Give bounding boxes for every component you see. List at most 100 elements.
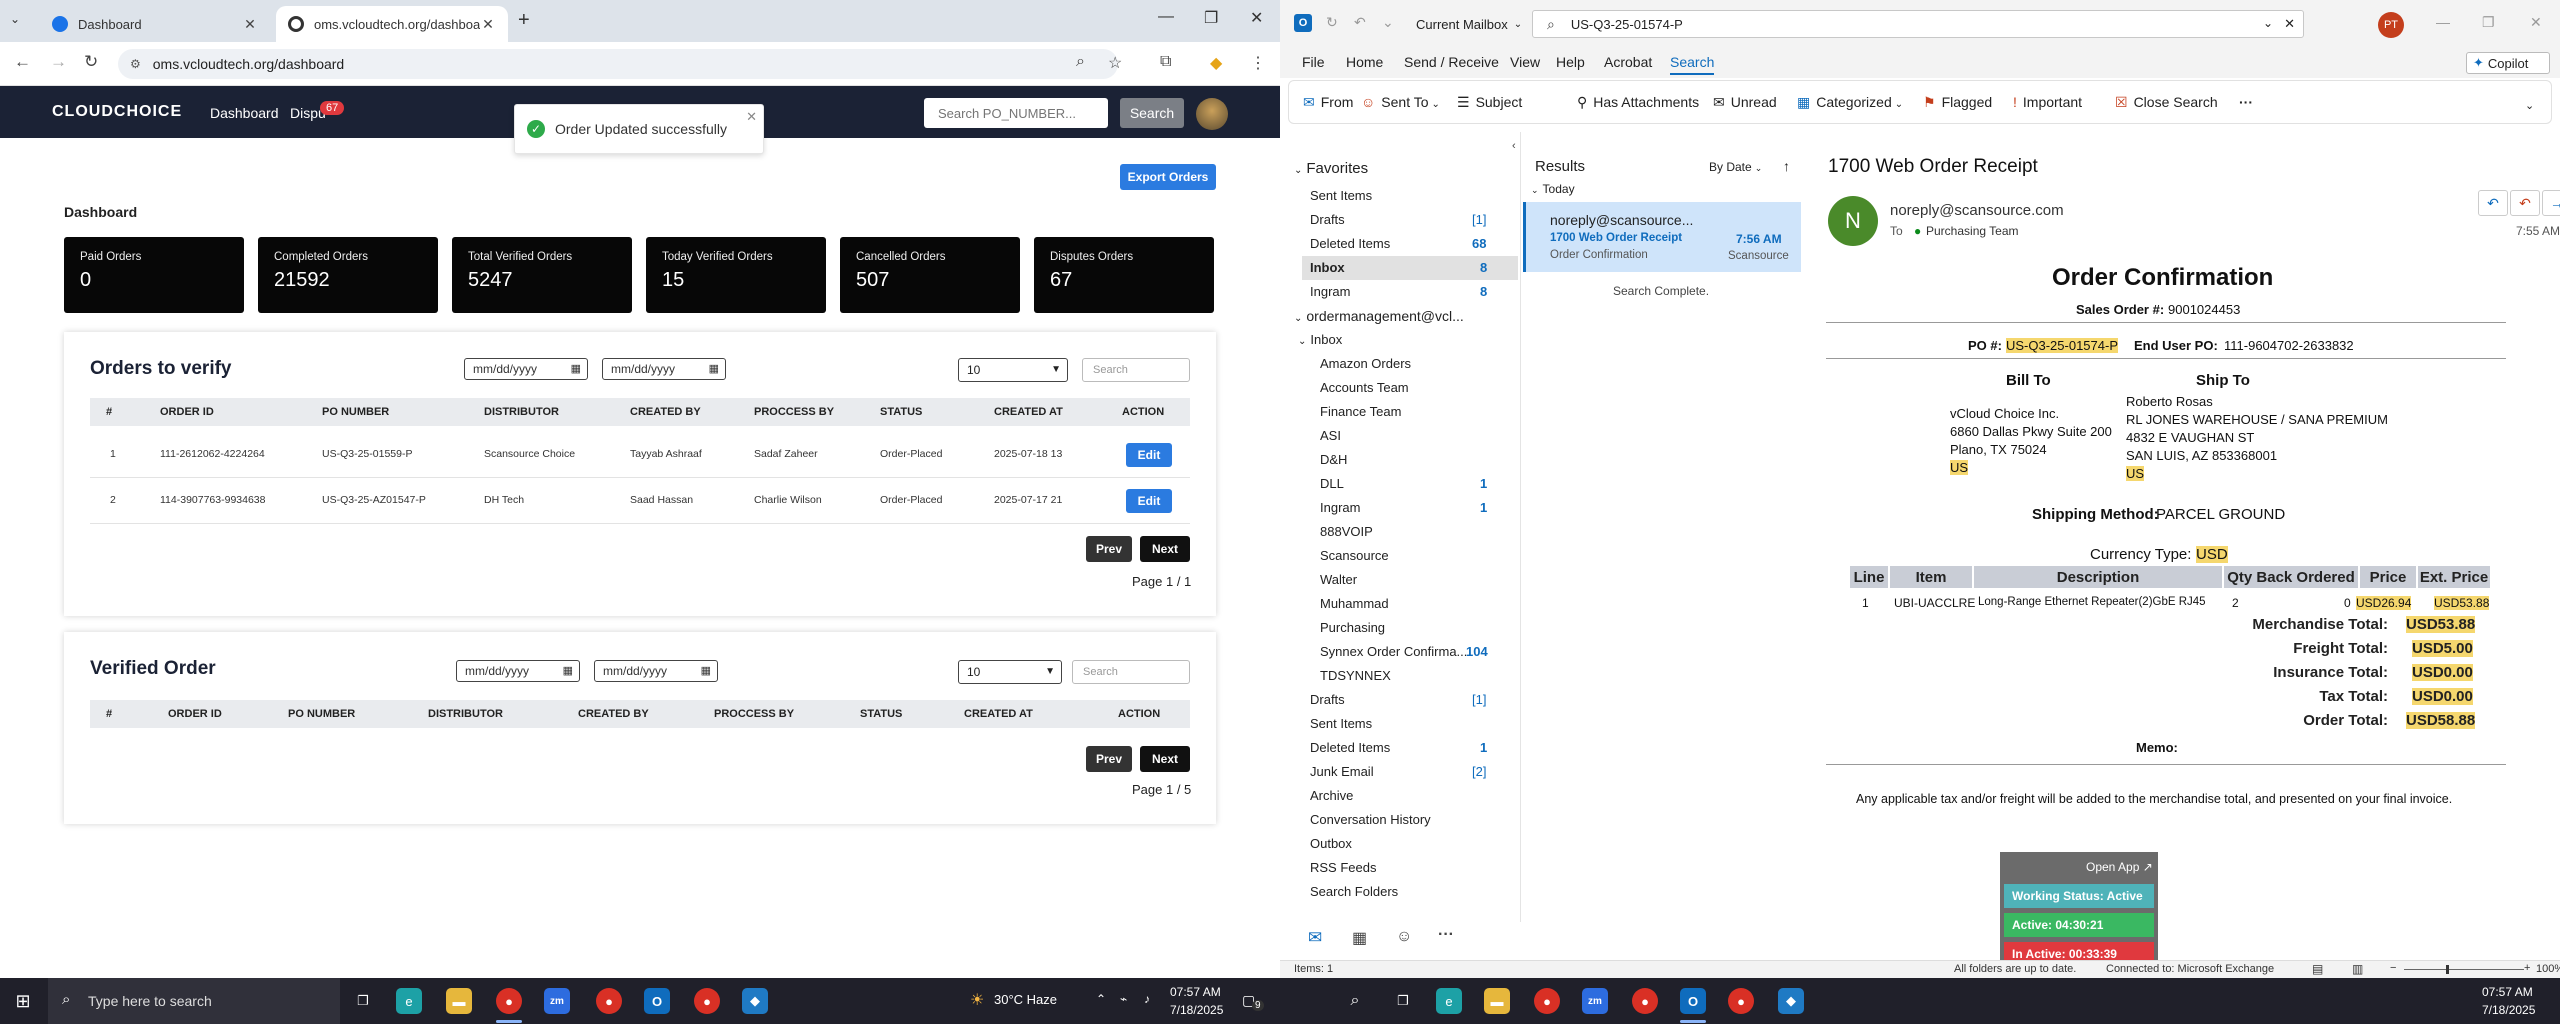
tab-search-chevron-icon[interactable]: ⌄	[10, 12, 20, 26]
favorites-header[interactable]: ⌄ Favorites	[1294, 160, 1368, 177]
zoom-slider-thumb[interactable]	[2446, 965, 2449, 974]
network-icon[interactable]: ⌁	[1120, 992, 1127, 1006]
menu-send-receive[interactable]: Send / Receive	[1404, 54, 1499, 70]
calendar-icon[interactable]: ▦	[701, 664, 711, 677]
folder-item[interactable]: Sent Items	[1310, 716, 1372, 731]
table-search-input[interactable]: Search	[1072, 660, 1190, 684]
windows-start-icon[interactable]: ⊞	[10, 988, 36, 1014]
folder-item[interactable]: Archive	[1310, 788, 1353, 803]
extensions-icon[interactable]: ⧉	[1160, 53, 1171, 71]
po-search-input[interactable]	[924, 98, 1108, 128]
folder-item[interactable]: Deleted Items	[1310, 740, 1390, 755]
address-bar[interactable]: ⚙ oms.vcloudtech.org/dashboard	[118, 49, 1118, 79]
zoom-icon[interactable]: zm	[1582, 988, 1608, 1014]
folder-item[interactable]: Finance Team	[1320, 404, 1401, 419]
page-size-select[interactable]: 10 ▼	[958, 358, 1068, 382]
edge-icon[interactable]: e	[396, 988, 422, 1014]
close-search-button[interactable]: ☒ Close Search	[2115, 94, 2218, 111]
copilot-button[interactable]: ✦ Copilot	[2466, 52, 2550, 74]
tab-oms-dashboard[interactable]: oms.vcloudtech.org/dashboard ✕	[276, 6, 508, 42]
chrome-profile-icon[interactable]: ●	[596, 988, 622, 1014]
close-tab-icon[interactable]: ✕	[480, 16, 496, 33]
app-logo[interactable]: CLOUDCHOICE	[52, 103, 182, 121]
bookmark-star-icon[interactable]: ☆	[1108, 53, 1122, 73]
folder-inbox-selected[interactable]: Inbox 8	[1302, 256, 1518, 280]
restore-icon[interactable]: ❐	[2482, 14, 2495, 31]
restore-icon[interactable]: ❐	[1204, 8, 1218, 28]
menu-home[interactable]: Home	[1346, 54, 1383, 70]
chrome-icon[interactable]: ●	[496, 988, 522, 1014]
zoom-out-icon[interactable]: −	[2390, 962, 2396, 974]
account-header[interactable]: ⌄ ordermanagement@vcl...	[1294, 308, 1464, 324]
email-from[interactable]: noreply@scansource.com	[1890, 202, 2064, 219]
folder-item[interactable]: Purchasing	[1320, 620, 1385, 635]
people-icon[interactable]: ☺	[1396, 928, 1412, 946]
zoom-in-icon[interactable]: +	[2524, 962, 2530, 974]
folder-item[interactable]: Synnex Order Confirma...	[1320, 644, 1467, 659]
message-item[interactable]: noreply@scansource... 1700 Web Order Rec…	[1523, 202, 1801, 272]
to-date-input[interactable]: mm/dd/yyyy ▦	[594, 660, 718, 682]
folder-deleted-items[interactable]: Deleted Items	[1310, 236, 1390, 251]
po-search-button[interactable]: Search	[1120, 98, 1184, 128]
app-icon[interactable]: ◆	[1778, 988, 1804, 1014]
tab-dashboard[interactable]: Dashboard ✕	[40, 6, 270, 42]
reading-view-icon[interactable]: ▥	[2352, 962, 2363, 976]
more-options-icon[interactable]: ···	[2239, 94, 2253, 110]
folder-ingram-fav[interactable]: Ingram	[1310, 284, 1350, 299]
menu-view[interactable]: View	[1510, 54, 1540, 70]
menu-help[interactable]: Help	[1556, 54, 1585, 70]
chrome-profile-icon[interactable]: ●	[1632, 988, 1658, 1014]
email-to[interactable]: Purchasing Team	[1926, 224, 2019, 238]
filter-sent-to-button[interactable]: ☺ Sent To ⌄	[1361, 94, 1440, 110]
folder-item[interactable]: 888VOIP	[1320, 524, 1373, 539]
nav-dashboard[interactable]: Dashboard	[210, 105, 279, 121]
file-explorer-icon[interactable]: ▬	[446, 988, 472, 1014]
group-today[interactable]: ⌄ Today	[1531, 182, 1575, 196]
sort-by-select[interactable]: By Date ⌄	[1709, 160, 1762, 174]
menu-file[interactable]: File	[1302, 54, 1325, 70]
calendar-icon[interactable]: ▦	[563, 664, 573, 677]
folder-item[interactable]: Ingram	[1320, 500, 1360, 515]
prev-page-button[interactable]: Prev	[1086, 746, 1132, 772]
table-search-input[interactable]: Search	[1082, 358, 1190, 382]
minimize-icon[interactable]: —	[2436, 14, 2450, 30]
inbox-header[interactable]: ⌄ Inbox	[1298, 332, 1342, 347]
show-hidden-icons[interactable]: ⌃	[1096, 992, 1106, 1006]
forward-icon[interactable]: →	[50, 52, 67, 72]
profile-icon[interactable]: ◆	[1210, 53, 1222, 73]
collapse-pane-icon[interactable]: ‹	[1512, 140, 1516, 152]
folder-item[interactable]: DLL	[1320, 476, 1344, 491]
folder-drafts[interactable]: Drafts	[1310, 212, 1345, 227]
customize-icon[interactable]: ⌄	[1382, 14, 1394, 31]
filter-important-button[interactable]: ! Important	[2013, 94, 2082, 110]
folder-item[interactable]: Drafts	[1310, 692, 1345, 707]
menu-acrobat[interactable]: Acrobat	[1604, 54, 1652, 70]
folder-item[interactable]: RSS Feeds	[1310, 860, 1376, 875]
folder-item[interactable]: Accounts Team	[1320, 380, 1409, 395]
open-app-link[interactable]: Open App ↗	[2086, 860, 2153, 874]
minimize-icon[interactable]: —	[1158, 8, 1174, 26]
menu-search[interactable]: Search	[1670, 54, 1715, 75]
filter-categorized-button[interactable]: ▦ Categorized ⌄	[1797, 94, 1903, 111]
filter-attachments-button[interactable]: ⚲ Has Attachments	[1577, 94, 1699, 111]
folder-item[interactable]: Conversation History	[1310, 812, 1431, 827]
volume-icon[interactable]: ♪	[1144, 992, 1150, 1006]
folder-item[interactable]: Outbox	[1310, 836, 1352, 851]
folder-item[interactable]: Walter	[1320, 572, 1357, 587]
mail-search-input[interactable]: ⌕ US-Q3-25-01574-P ⌄ ✕	[1532, 10, 2304, 38]
close-window-icon[interactable]: ✕	[2530, 14, 2542, 31]
folder-item[interactable]: ASI	[1320, 428, 1341, 443]
filter-from-button[interactable]: ✉ From	[1303, 94, 1353, 111]
to-date-input[interactable]: mm/dd/yyyy ▦	[602, 358, 726, 380]
edge-icon[interactable]: e	[1436, 988, 1462, 1014]
from-date-input[interactable]: mm/dd/yyyy ▦	[464, 358, 588, 380]
filter-unread-button[interactable]: ✉ Unread	[1713, 94, 1777, 111]
edit-button[interactable]: Edit	[1126, 489, 1172, 513]
chrome-profile-icon[interactable]: ●	[1728, 988, 1754, 1014]
outlook-icon[interactable]: O	[1680, 988, 1706, 1014]
next-page-button[interactable]: Next	[1140, 746, 1190, 772]
search-icon[interactable]: ⌕	[1342, 988, 1368, 1014]
close-window-icon[interactable]: ✕	[1250, 8, 1263, 28]
next-page-button[interactable]: Next	[1140, 536, 1190, 562]
zoom-search-icon[interactable]: ⌕	[1076, 53, 1085, 71]
